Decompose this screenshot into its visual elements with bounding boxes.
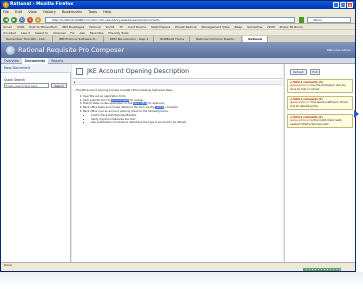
bookmark[interactable]: ISCloud [89, 25, 100, 29]
substeps-list: Credit check with Experian/Equifax Verif… [91, 114, 276, 125]
navigation-toolbar: ◀ ▶ ↻ × ⌂ http://localhost:9080/com.ibm.… [1, 15, 355, 24]
intro-paragraph: The JKE account opening process consists… [76, 89, 174, 92]
new-document-link[interactable]: New Document [1, 64, 71, 73]
bookmark[interactable]: Planet Radical [175, 25, 196, 29]
menu-tools[interactable]: Tools [88, 10, 97, 14]
minimize-icon[interactable]: _ [333, 2, 339, 8]
back-icon[interactable]: ◀ [3, 16, 9, 23]
bookmark[interactable]: Friendly Tools [108, 31, 128, 35]
search-button[interactable]: Search [51, 83, 67, 88]
progress-bar [303, 268, 341, 271]
bookmark[interactable]: ISSM [267, 25, 274, 29]
comment-card[interactable]: ⊕ Total 1 comments (1) jajwas-admin-m Th… [287, 96, 353, 111]
bookmark[interactable]: YCBS [17, 25, 25, 29]
document-icon [76, 68, 83, 75]
editor-toolbar: ▸ [72, 80, 283, 85]
highlight[interactable]: central [155, 106, 165, 110]
bookmark[interactable]: Like it [21, 31, 30, 35]
firefox-icon [3, 2, 9, 8]
bookmark[interactable]: Ask [80, 31, 85, 35]
highlight[interactable]: back office [133, 102, 148, 106]
bookmark[interactable]: Post to Phoenifium [29, 25, 57, 29]
bookmark[interactable]: Fix [70, 31, 74, 35]
window-title: Rational - Mozilla Firefox [10, 2, 74, 7]
menu-file[interactable]: File [3, 10, 9, 14]
bookmark[interactable]: Channel [53, 31, 65, 35]
url-bar[interactable]: http://localhost:9080/com.ibm.rdm.reposi… [45, 16, 295, 23]
left-pane: New Document Quick Search Enter search t… [1, 64, 71, 262]
bookmark[interactable]: Beep [234, 25, 242, 29]
menu-bookmarks[interactable]: Bookmarks [62, 10, 82, 14]
document-header: JKE Account Opening Description [72, 64, 283, 79]
comment-card[interactable]: ⊕ Total 4 comments (3) jajwas-admin-m Ca… [287, 79, 353, 94]
page-backdrop [0, 272, 363, 289]
status-bar: Done [1, 262, 355, 271]
go-button[interactable] [299, 16, 304, 23]
steps-list: User fills out an application form. User… [83, 95, 276, 114]
search-input[interactable]: Yahoo [307, 16, 351, 23]
welcome-text: Welcome Admin [326, 48, 351, 52]
document-title: JKE Account Opening Description [87, 68, 190, 75]
rational-logo-icon [6, 46, 15, 55]
bookmark[interactable]: Uncalled [3, 31, 16, 35]
expand-icon[interactable]: ▸ [74, 80, 76, 84]
menu-view[interactable]: View [28, 10, 37, 14]
pointer-arrow-icon [354, 110, 359, 118]
browser-window: Rational - Mozilla Firefox _ □ × File Ed… [0, 0, 356, 272]
bookmark[interactable]: TC [119, 25, 123, 29]
status-text: Done [4, 263, 12, 267]
bookmark[interactable]: IBM BluePages [62, 25, 84, 29]
bookmark[interactable]: SketchSpace [151, 25, 170, 29]
menu-edit[interactable]: Edit [15, 10, 22, 14]
document-body[interactable]: The JKE account opening process consists… [76, 89, 276, 125]
bookmark[interactable]: Sametime [247, 25, 262, 29]
bookmark[interactable]: Conf Rooms [128, 25, 146, 29]
home-icon[interactable]: ⌂ [35, 16, 41, 23]
quick-search-label: Quick Search [4, 78, 25, 82]
bookmark[interactable]: Management Sites [201, 25, 229, 29]
app-header: Rational Requisite Pro Composer Welcome … [1, 42, 355, 58]
edit-button[interactable]: Edit [310, 69, 320, 75]
bookmark[interactable]: Favorites [90, 31, 104, 35]
maximize-icon[interactable]: □ [340, 2, 346, 8]
bookmark[interactable]: Im/YZ [106, 25, 115, 29]
bookmark[interactable]: Gmail [3, 25, 12, 29]
stop-icon[interactable]: × [27, 16, 33, 23]
bookmark[interactable]: Select to [35, 31, 48, 35]
close-icon[interactable]: × [347, 2, 353, 8]
comment-card[interactable]: ⊕ Total 2 comments (1) jajwas-admin-m Is… [287, 114, 353, 129]
refresh-button[interactable]: Refresh [290, 69, 307, 75]
reload-icon[interactable]: ↻ [19, 16, 25, 23]
list-item: Use qualification formulas to determine … [91, 121, 276, 125]
comments-pane: Refresh Edit ⊕ Total 4 comments (3) jajw… [284, 64, 355, 262]
forward-icon[interactable]: ▶ [11, 16, 17, 23]
menu-history[interactable]: History [43, 10, 56, 14]
title-bar: Rational - Mozilla Firefox _ □ × [1, 1, 355, 9]
menu-help[interactable]: Help [103, 10, 111, 14]
bookmark[interactable]: Share TR Room [280, 25, 303, 29]
document-pane: JKE Account Opening Description ▸ The JK… [72, 64, 283, 262]
app-title: Rational Requisite Pro Composer [18, 46, 125, 54]
quick-search-input[interactable]: Enter search text here [4, 83, 49, 88]
